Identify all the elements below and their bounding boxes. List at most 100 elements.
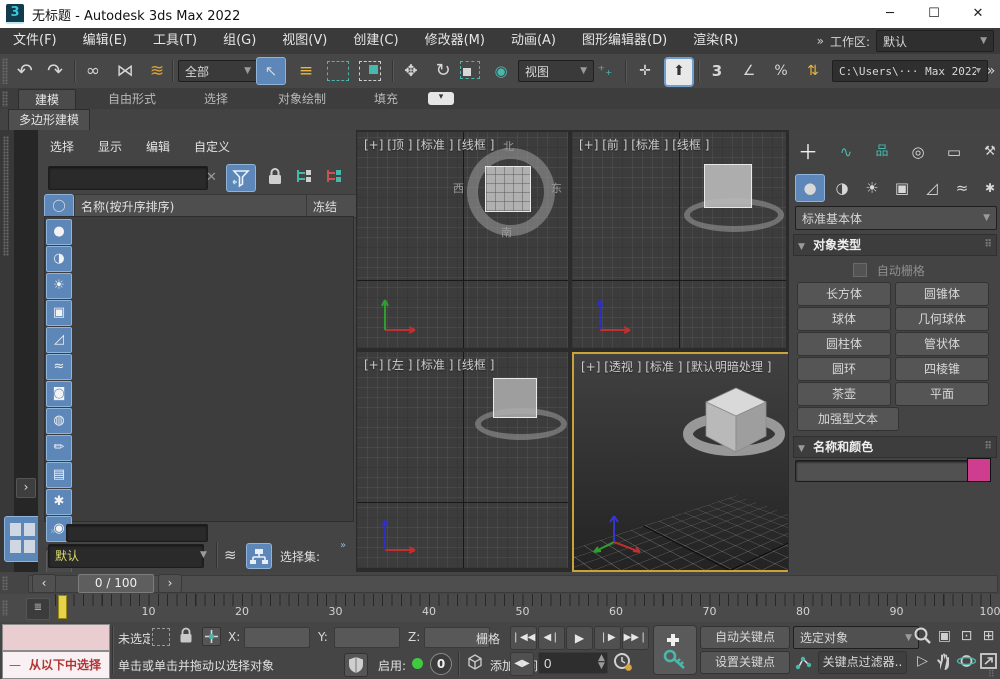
modify-tab-icon[interactable]: ∿	[833, 140, 859, 164]
time-tag-cube-icon[interactable]	[466, 653, 484, 671]
menu-file[interactable]: 文件(F)	[0, 28, 70, 54]
menu-create[interactable]: 创建(C)	[340, 28, 411, 54]
display-geometry-icon[interactable]: ●	[46, 219, 72, 245]
pivot-mode-icon[interactable]: ⬆	[664, 57, 694, 87]
time-configuration-icon[interactable]	[612, 651, 634, 673]
display-bones-icon[interactable]: ✏	[46, 435, 72, 461]
explorer-overflow-icon[interactable]: »	[50, 526, 56, 537]
display-cameras-icon[interactable]: ▣	[46, 300, 72, 326]
name-column-header[interactable]: 名称(按升序排序) ▲	[74, 194, 320, 218]
select-by-name-icon[interactable]: ≡	[293, 59, 319, 83]
y-coordinate-field[interactable]	[334, 627, 400, 648]
explorer-menu-edit[interactable]: 编辑	[134, 135, 182, 159]
create-tab-icon[interactable]: ＋	[795, 140, 821, 164]
viewport-perspective-label[interactable]: [+] [透视 ] [标准 ] [默认明暗处理 ]	[581, 358, 771, 375]
spacewarps-category-icon[interactable]: ≈	[949, 176, 975, 200]
shapes-category-icon[interactable]: ◑	[829, 176, 855, 200]
button-cylinder[interactable]: 圆柱体	[797, 332, 891, 356]
maximize-button[interactable]: ☐	[912, 0, 956, 28]
toolbar-overflow-icon[interactable]: »	[978, 59, 1000, 83]
expand-arrow-icon[interactable]: ›	[16, 478, 36, 498]
next-frame-button[interactable]: ❘▶	[594, 626, 621, 650]
trackbar-drag-handle[interactable]	[2, 600, 8, 616]
menu-rendering[interactable]: 渲染(R)	[680, 28, 751, 54]
menu-tools[interactable]: 工具(T)	[140, 28, 210, 54]
menu-animation[interactable]: 动画(A)	[498, 28, 569, 54]
viewport-perspective[interactable]: [+] [透视 ] [标准 ] [默认明暗处理 ]	[572, 352, 790, 572]
go-to-end-button[interactable]: ▶▶❘	[622, 626, 649, 650]
viewport-top-label[interactable]: [+] [顶 ] [标准 ] [线框 ]	[364, 136, 494, 153]
auto-key-button[interactable]: 自动关键点	[700, 626, 790, 649]
display-lights-icon[interactable]: ☀	[46, 273, 72, 299]
explorer-menu-select[interactable]: 选择	[38, 135, 86, 159]
tab-modeling[interactable]: 建模	[18, 89, 77, 110]
filter-funnel-icon[interactable]	[226, 164, 256, 192]
tab-selection[interactable]: 选择	[188, 89, 244, 109]
next-frame-arrow[interactable]: ›	[158, 574, 182, 593]
go-to-start-button[interactable]: ❘◀◀	[510, 626, 537, 650]
menu-modifiers[interactable]: 修改器(M)	[412, 28, 498, 54]
box-object[interactable]	[485, 166, 531, 212]
menu-graph-editors[interactable]: 图形编辑器(D)	[569, 28, 680, 54]
current-frame-marker[interactable]	[58, 595, 67, 619]
selection-set-overflow-icon[interactable]: »	[340, 540, 346, 551]
box-with-torus-object[interactable]	[682, 372, 790, 472]
display-frozen-icon[interactable]: ✱	[46, 489, 72, 515]
key-filters-button[interactable]: 关键点过滤器..	[818, 651, 907, 674]
checkbox-icon[interactable]	[853, 263, 867, 277]
select-link-icon[interactable]: ∞	[80, 59, 106, 83]
hierarchy-tab-icon[interactable]: 品	[869, 140, 895, 164]
display-shapes-icon[interactable]: ◑	[46, 246, 72, 272]
snaps-toggle-icon[interactable]: 3	[704, 59, 730, 83]
button-sphere[interactable]: 球体	[797, 307, 891, 331]
button-box[interactable]: 长方体	[797, 282, 891, 306]
panel-polygon-modeling[interactable]: 多边形建模	[8, 109, 91, 131]
menu-views[interactable]: 视图(V)	[269, 28, 340, 54]
spinner-snap-icon[interactable]: ⇅	[800, 59, 826, 83]
display-containers-icon[interactable]: ▤	[46, 462, 72, 488]
redo-icon[interactable]: ↷	[42, 59, 68, 83]
button-teapot[interactable]: 茶壶	[797, 382, 891, 406]
display-tab-icon[interactable]: ▭	[941, 140, 967, 164]
zoom-icon[interactable]	[912, 625, 933, 647]
tab-populate[interactable]: 填充	[358, 89, 414, 109]
zero-badge[interactable]: 0	[430, 653, 452, 675]
mini-curve-editor-icon[interactable]: ≣	[26, 598, 50, 620]
lock-icon[interactable]	[266, 166, 284, 186]
ribbon-collapse-icon[interactable]: ▾	[428, 92, 454, 105]
rectangular-selection-region-icon[interactable]	[327, 61, 349, 81]
track-bar[interactable]: ≣ 10 20 30 40 50 60 70 80 90 100	[0, 594, 1000, 623]
clear-search-icon[interactable]: ✕	[206, 170, 217, 185]
button-pyramid[interactable]: 四棱锥	[895, 357, 989, 381]
viewport-top[interactable]: 北 东 南 西 [+] [顶 ] [标准 ] [线框 ]	[357, 132, 568, 348]
display-helpers-icon[interactable]: ◿	[46, 327, 72, 353]
systems-category-icon[interactable]: ✱	[977, 176, 1000, 200]
object-type-rollout-header[interactable]: ▼ 对象类型 ⠿	[793, 234, 997, 256]
utilities-tab-icon[interactable]: ⚒	[977, 140, 1000, 164]
object-color-swatch[interactable]	[967, 458, 991, 482]
category-dropdown[interactable]: 标准基本体 ▼	[795, 206, 997, 230]
viewport-front-label[interactable]: [+] [前 ] [标准 ] [线框 ]	[579, 136, 709, 153]
set-key-button[interactable]: 设置关键点	[700, 651, 790, 674]
layer-preset-dropdown[interactable]: 默认	[48, 544, 204, 568]
button-cone[interactable]: 圆锥体	[895, 282, 989, 306]
button-geosphere[interactable]: 几何球体	[895, 307, 989, 331]
menu-group[interactable]: 组(G)	[210, 28, 269, 54]
menu-edit[interactable]: 编辑(E)	[70, 28, 140, 54]
resize-grip-icon[interactable]: ⠿	[988, 670, 995, 679]
display-spacewarps-icon[interactable]: ≈	[46, 354, 72, 380]
tab-freeform[interactable]: 自由形式	[92, 89, 172, 109]
menu-overflow-icon[interactable]: »	[817, 34, 824, 48]
button-plane[interactable]: 平面	[895, 382, 989, 406]
viewport-front[interactable]: [+] [前 ] [标准 ] [线框 ]	[572, 132, 786, 348]
app-icon[interactable]: 3	[6, 4, 24, 24]
explorer-menu-display[interactable]: 显示	[86, 135, 134, 159]
tab-object-paint[interactable]: 对象绘制	[262, 89, 342, 109]
ribbon-drag-handle[interactable]	[2, 91, 8, 107]
layers-icon[interactable]: ≋	[224, 546, 237, 564]
window-crossing-icon[interactable]	[359, 61, 381, 81]
rollout-grip-icon[interactable]: ⠿	[984, 235, 996, 255]
percent-snap-icon[interactable]: %	[768, 59, 794, 83]
zoom-extents-all-icon[interactable]: ⊞	[978, 625, 999, 647]
enabled-indicator-icon[interactable]	[412, 658, 423, 669]
